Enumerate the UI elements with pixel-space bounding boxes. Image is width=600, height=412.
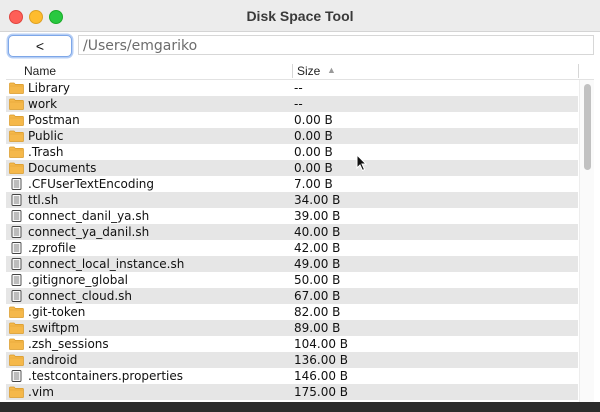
row-size: 49.00 B <box>294 257 341 271</box>
row-size: 104.00 B <box>294 337 349 351</box>
window-shadow <box>0 402 600 412</box>
folder-icon <box>9 98 24 110</box>
table-row[interactable]: .vim 175.00 B <box>6 384 578 400</box>
scrollbar-thumb[interactable] <box>584 84 591 170</box>
file-icon <box>9 258 24 270</box>
table-row[interactable]: connect_danil_ya.sh 39.00 B <box>6 208 578 224</box>
row-size: 146.00 B <box>294 369 349 383</box>
row-name: .zprofile <box>28 241 77 255</box>
row-name: connect_local_instance.sh <box>28 257 185 271</box>
vertical-scrollbar[interactable] <box>579 80 594 402</box>
table-row[interactable]: connect_ya_danil.sh 40.00 B <box>6 224 578 240</box>
row-name: Public <box>28 129 64 143</box>
row-name: Postman <box>28 113 80 127</box>
column-header-size[interactable]: Size <box>297 64 320 78</box>
row-size: 7.00 B <box>294 177 333 191</box>
row-name: .swiftpm <box>28 321 80 335</box>
row-size: 136.00 B <box>294 353 349 367</box>
row-name: .testcontainers.properties <box>28 369 184 383</box>
folder-icon <box>9 354 24 366</box>
folder-icon <box>9 130 24 142</box>
table-row[interactable]: Library -- <box>6 80 578 96</box>
row-size: 0.00 B <box>294 161 333 175</box>
row-name: .zsh_sessions <box>28 337 109 351</box>
file-icon <box>9 242 24 254</box>
table-row[interactable]: ttl.sh 34.00 B <box>6 192 578 208</box>
row-name: .CFUserTextEncoding <box>28 177 155 191</box>
table-row[interactable]: work -- <box>6 96 578 112</box>
sort-ascending-icon[interactable]: ▲ <box>327 65 336 75</box>
table-row[interactable]: connect_local_instance.sh 49.00 B <box>6 256 578 272</box>
back-button[interactable]: < <box>8 35 72 57</box>
row-size: 175.00 B <box>294 385 349 399</box>
table-row[interactable]: .swiftpm 89.00 B <box>6 320 578 336</box>
row-size: 0.00 B <box>294 145 333 159</box>
window-title: Disk Space Tool <box>246 8 354 24</box>
folder-icon <box>9 162 24 174</box>
table-row[interactable]: .zsh_sessions 104.00 B <box>6 336 578 352</box>
path-field[interactable]: /Users/emgariko <box>78 35 594 55</box>
title-bar: Disk Space Tool <box>0 0 600 32</box>
table-row[interactable]: .CFUserTextEncoding 7.00 B <box>6 176 578 192</box>
app-window: Disk Space Tool < /Users/emgariko Name S… <box>0 0 600 412</box>
file-table: Name Size ▲ Library -- work -- Postman 0.00 B… <box>6 62 594 402</box>
row-size: 40.00 B <box>294 225 341 239</box>
row-size: 34.00 B <box>294 193 341 207</box>
table-row[interactable]: .zprofile 42.00 B <box>6 240 578 256</box>
row-size: -- <box>294 81 303 95</box>
row-name: connect_ya_danil.sh <box>28 225 150 239</box>
row-name: .git-token <box>28 305 86 319</box>
row-size: 42.00 B <box>294 241 341 255</box>
row-name: .gitignore_global <box>28 273 129 287</box>
table-row[interactable]: .gitignore_global 50.00 B <box>6 272 578 288</box>
column-divider <box>578 64 579 78</box>
file-icon <box>9 194 24 206</box>
table-row[interactable]: .git-token 82.00 B <box>6 304 578 320</box>
row-size: 50.00 B <box>294 273 341 287</box>
row-name: Library <box>28 81 70 95</box>
file-icon <box>9 210 24 222</box>
file-icon <box>9 370 24 382</box>
table-row[interactable]: .Trash 0.00 B <box>6 144 578 160</box>
folder-icon <box>9 338 24 350</box>
row-name: connect_danil_ya.sh <box>28 209 150 223</box>
folder-icon <box>9 386 24 398</box>
row-size: -- <box>294 97 303 111</box>
file-icon <box>9 226 24 238</box>
table-row[interactable]: Documents 0.00 B <box>6 160 578 176</box>
row-size: 0.00 B <box>294 129 333 143</box>
table-header: Name Size ▲ <box>6 62 594 80</box>
row-name: .Trash <box>28 145 64 159</box>
row-size: 82.00 B <box>294 305 341 319</box>
row-name: Documents <box>28 161 97 175</box>
toolbar: < /Users/emgariko <box>0 32 600 60</box>
table-row[interactable]: Public 0.00 B <box>6 128 578 144</box>
file-icon <box>9 274 24 286</box>
row-size: 39.00 B <box>294 209 341 223</box>
table-row[interactable]: connect_cloud.sh 67.00 B <box>6 288 578 304</box>
table-row[interactable]: Postman 0.00 B <box>6 112 578 128</box>
row-size: 0.00 B <box>294 113 333 127</box>
row-name: .vim <box>28 385 54 399</box>
row-size: 67.00 B <box>294 289 341 303</box>
table-row[interactable]: .testcontainers.properties 146.00 B <box>6 368 578 384</box>
file-icon <box>9 290 24 302</box>
file-icon <box>9 178 24 190</box>
folder-icon <box>9 114 24 126</box>
row-name: connect_cloud.sh <box>28 289 133 303</box>
folder-icon <box>9 146 24 158</box>
table-rows: Library -- work -- Postman 0.00 B Public 0.00 B… <box>6 80 578 400</box>
folder-icon <box>9 306 24 318</box>
row-name: ttl.sh <box>28 193 59 207</box>
row-name: work <box>28 97 58 111</box>
folder-icon <box>9 82 24 94</box>
table-row[interactable]: .android 136.00 B <box>6 352 578 368</box>
row-name: .android <box>28 353 78 367</box>
column-header-name[interactable]: Name <box>24 64 56 78</box>
folder-icon <box>9 322 24 334</box>
row-size: 89.00 B <box>294 321 341 335</box>
mouse-pointer-icon <box>356 154 368 172</box>
column-divider[interactable] <box>292 64 293 78</box>
